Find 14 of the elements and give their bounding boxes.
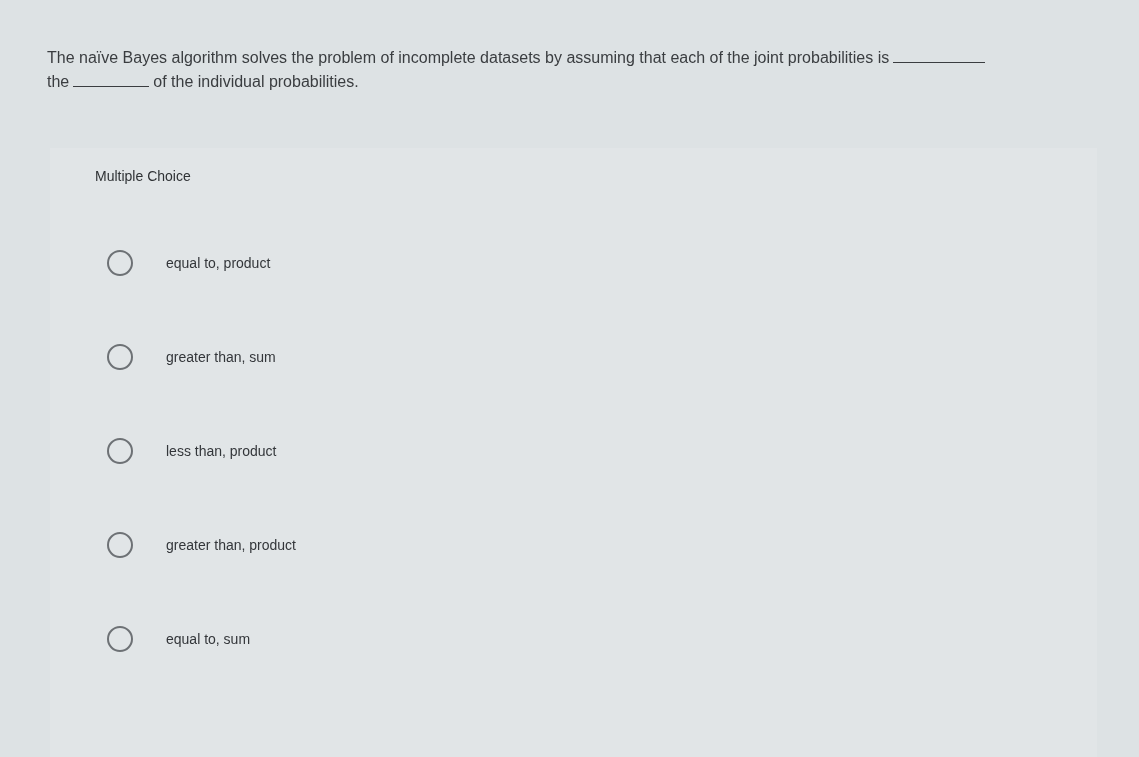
option-label[interactable]: greater than, sum (166, 349, 276, 365)
radio-button[interactable] (107, 344, 133, 370)
option-label[interactable]: equal to, product (166, 255, 271, 271)
radio-button[interactable] (107, 626, 133, 652)
question-text: The naïve Bayes algorithm solves the problem of incomplete datasets by assuming that each of the joint probabilities is (47, 48, 890, 68)
radio-button[interactable] (107, 250, 133, 276)
option-label[interactable]: less than, product (166, 443, 277, 459)
option-label[interactable]: greater than, product (166, 537, 296, 553)
radio-button[interactable] (107, 438, 133, 464)
question-text: of the individual probabilities. (153, 72, 359, 92)
question-text: the (47, 72, 70, 92)
option-label[interactable]: equal to, sum (166, 631, 251, 647)
radio-button[interactable] (107, 532, 133, 558)
section-heading: Multiple Choice (95, 168, 191, 184)
